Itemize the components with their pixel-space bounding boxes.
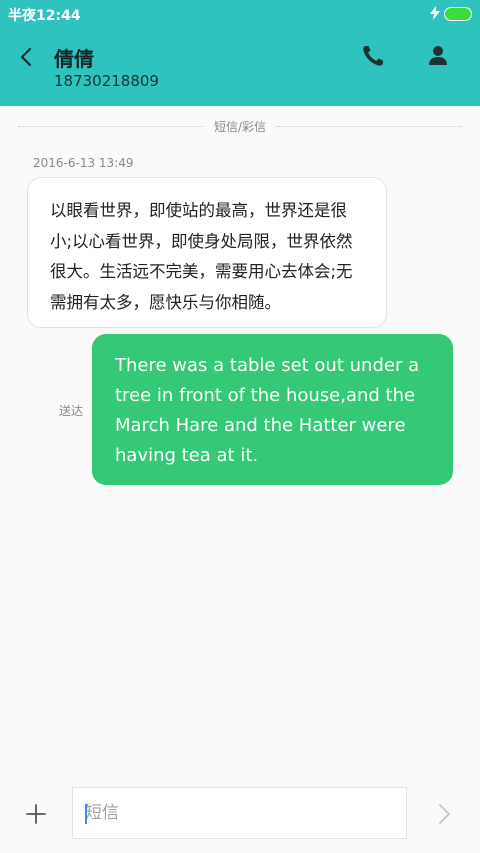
delivery-status: 送达 xyxy=(59,404,84,418)
conversation-header: 倩倩 18730218809 xyxy=(0,28,480,106)
sent-message-bubble[interactable]: There was a table set out under a tree i… xyxy=(92,334,453,485)
status-bar: 半夜12:44 xyxy=(0,0,480,28)
plus-icon[interactable] xyxy=(24,802,48,826)
message-composer xyxy=(0,780,480,853)
status-time: 半夜12:44 xyxy=(8,8,81,24)
message-timestamp: 2016-6-13 13:49 xyxy=(33,156,134,170)
message-input[interactable] xyxy=(72,787,407,839)
received-message-bubble[interactable]: 以眼看世界，即使站的最高，世界还是很小;以心看世界，即使身处局限，世界依然很大。… xyxy=(27,177,387,328)
message-type-divider: 短信/彩信 xyxy=(18,118,462,134)
divider-line xyxy=(276,126,462,127)
chevron-right-icon[interactable] xyxy=(434,801,454,827)
person-icon[interactable] xyxy=(425,43,451,69)
text-cursor xyxy=(85,804,87,824)
lightning-icon xyxy=(430,6,440,20)
phone-icon[interactable] xyxy=(360,43,386,69)
contact-number: 18730218809 xyxy=(54,72,159,90)
battery-icon xyxy=(444,7,472,21)
contact-name: 倩倩 xyxy=(54,47,94,71)
back-arrow-icon[interactable] xyxy=(16,42,40,72)
